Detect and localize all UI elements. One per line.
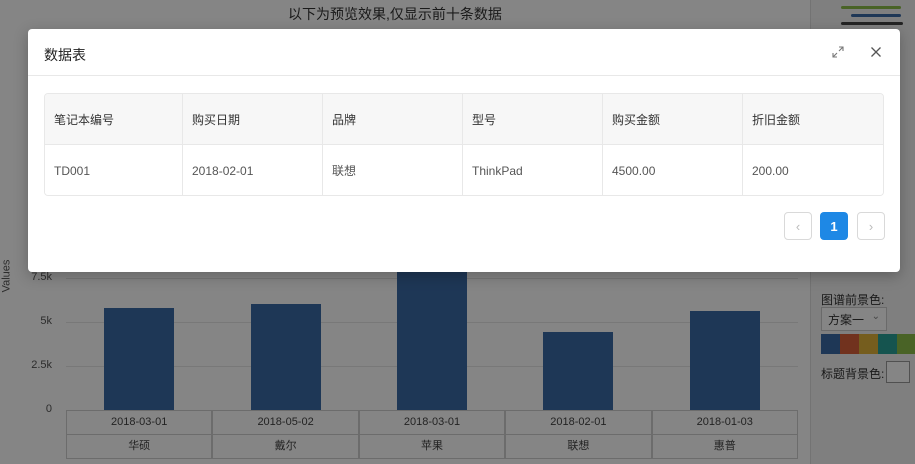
column-header[interactable]: 笔记本编号 <box>45 94 183 144</box>
table-cell: TD001 <box>45 145 183 195</box>
table-cell: 200.00 <box>752 163 789 178</box>
chevron-right-icon: › <box>868 218 874 234</box>
data-table: 笔记本编号 购买日期 品牌 型号 购买金额 折旧金额 TD001 2018-02… <box>44 93 884 196</box>
table-header-row: 笔记本编号 购买日期 品牌 型号 购买金额 折旧金额 <box>45 94 883 145</box>
column-header[interactable]: 品牌 <box>323 94 463 144</box>
table-cell: ThinkPad <box>463 145 603 195</box>
column-header[interactable]: 购买日期 <box>183 94 323 144</box>
close-icon <box>871 47 881 57</box>
modal-title: 数据表 <box>44 47 86 63</box>
table-cell: 4500.00 <box>603 145 743 195</box>
app-stage: 以下为预览效果,仅显示前十条数据 Values 02.5k5k7.5k12018… <box>0 0 915 464</box>
modal-header: 数据表 <box>28 29 900 76</box>
maximize-button[interactable] <box>827 41 849 63</box>
table-cell: 联想 <box>323 145 463 195</box>
maximize-icon <box>832 46 844 58</box>
prev-page-button[interactable]: ‹ <box>784 212 812 240</box>
next-page-button[interactable]: › <box>857 212 885 240</box>
data-table-modal: 数据表 笔记本编号 购买日期 品牌 型号 购买金额 折旧金额 TD001 201… <box>28 29 900 272</box>
page-number-button[interactable]: 1 <box>820 212 848 240</box>
chevron-left-icon: ‹ <box>795 218 801 234</box>
table-cell: 2018-02-01 <box>183 145 323 195</box>
column-header[interactable]: 购买金额 <box>603 94 743 144</box>
column-header[interactable]: 型号 <box>463 94 603 144</box>
close-button[interactable] <box>865 41 887 63</box>
column-header[interactable]: 折旧金额 <box>743 94 883 144</box>
table-row[interactable]: TD001 2018-02-01 联想 ThinkPad 4500.00 200… <box>45 145 883 195</box>
